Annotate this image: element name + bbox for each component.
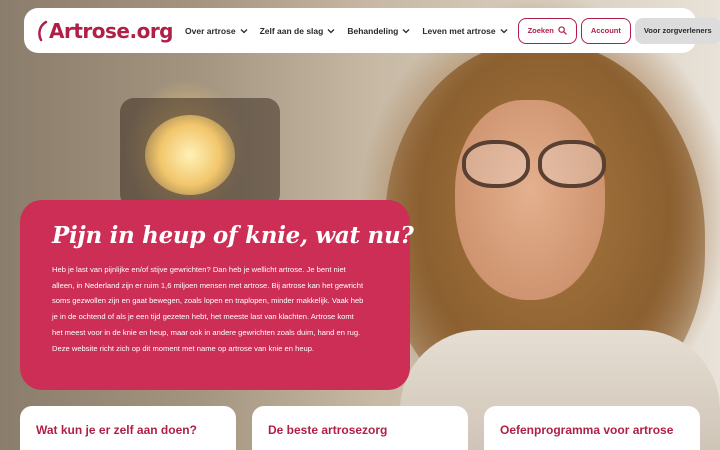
hero-text-line: Heb je last van pijnlijke en/of stijve g… — [52, 265, 346, 274]
search-button[interactable]: Zoeken — [517, 17, 577, 44]
hero-text-line: alleen, in Nederland zijn er ruim 1,6 mi… — [52, 280, 364, 290]
search-icon — [558, 26, 567, 35]
search-button-label: Zoeken — [527, 26, 554, 35]
hero-text-line: soms gezwollen zijn en gaat bewegen, zoa… — [52, 296, 364, 306]
hero-title: Pijn in heup of knie, wat nu? — [52, 222, 414, 249]
account-button[interactable]: Account — [580, 17, 631, 44]
card-oefenprogramma[interactable]: Oefenprogramma voor artrose — [484, 406, 700, 450]
chevron-down-icon — [327, 28, 335, 33]
caregivers-button[interactable]: Voor zorgverleners — [634, 17, 720, 44]
logo-swoosh-icon — [38, 20, 48, 41]
lamp-light — [145, 115, 235, 195]
glasses-right-lens — [538, 140, 606, 188]
card-beste-artrosezorg[interactable]: De beste artrosezorg — [252, 406, 468, 450]
site-header: Artrose.org Over artrose Zelf aan de sla… — [24, 8, 720, 53]
nav-item-over-artrose[interactable]: Over artrose — [185, 26, 248, 36]
logo-text: Artrose.org — [49, 18, 174, 43]
hero-card: Pijn in heup of knie, wat nu? Heb je las… — [20, 200, 414, 390]
nav-item-label: Zelf aan de slag — [259, 25, 324, 36]
chevron-down-icon — [240, 28, 248, 33]
card-title: Wat kun je er zelf aan doen? — [36, 423, 197, 437]
woman-face — [455, 100, 605, 300]
nav-item-label: Leven met artrose — [422, 25, 496, 36]
nav-item-zelf-aan-de-slag[interactable]: Zelf aan de slag — [260, 26, 336, 36]
nav-item-leven-met-artrose[interactable]: Leven met artrose — [422, 25, 508, 36]
chevron-down-icon — [402, 28, 410, 33]
site-logo[interactable]: Artrose.org — [36, 18, 174, 43]
hero-text-line: het meest voor in de knie en heup, maar … — [52, 327, 361, 337]
hero-text-line: je in de ochtend of als je een tijd geze… — [52, 312, 354, 322]
main-nav: Over artrose Zelf aan de slag Behandelin… — [173, 17, 720, 44]
nav-item-label: Over artrose — [185, 25, 236, 36]
hero-text: Heb je last van pijnlijke en/of stijve g… — [52, 262, 380, 356]
caregivers-button-label: Voor zorgverleners — [643, 26, 712, 35]
card-zelf-doen[interactable]: Wat kun je er zelf aan doen? — [20, 406, 236, 450]
nav-item-behandeling[interactable]: Behandeling — [347, 26, 410, 36]
nav-item-label: Behandeling — [347, 25, 399, 36]
card-title: De beste artrosezorg — [268, 423, 388, 437]
chevron-down-icon — [500, 28, 508, 33]
glasses-left-lens — [462, 140, 530, 188]
card-title: Oefenprogramma voor artrose — [500, 423, 674, 437]
hero-text-line: Deze website richt zich op dit moment me… — [52, 343, 315, 353]
account-button-label: Account — [590, 26, 621, 35]
